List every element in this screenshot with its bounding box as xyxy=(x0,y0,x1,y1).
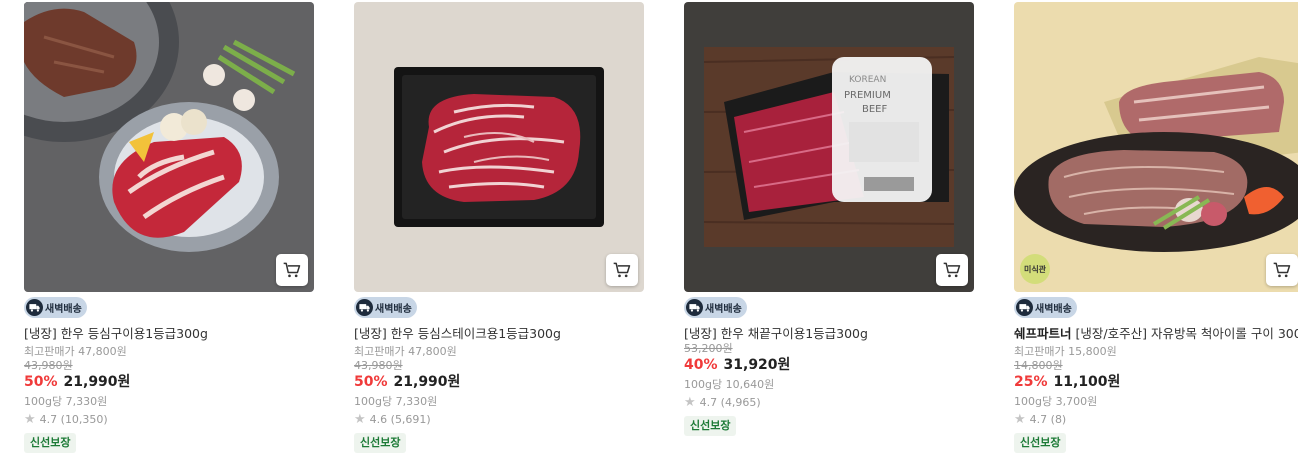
delivery-badge-label: 새벽배송 xyxy=(705,304,742,315)
max-price: 최고판매가 15,800원 xyxy=(1014,345,1117,358)
fresh-guarantee-tag: 신선보장 xyxy=(684,416,737,436)
truck-icon xyxy=(26,299,43,316)
dawn-delivery-badge: 새벽배송 xyxy=(24,297,87,318)
unit-price: 100g당 7,330원 xyxy=(24,395,108,408)
fresh-guarantee-tag: 신선보장 xyxy=(354,433,407,453)
discount-rate: 50% xyxy=(24,374,58,390)
star-icon: ★ xyxy=(684,395,696,410)
discount-rate: 25% xyxy=(1014,374,1048,390)
truck-icon xyxy=(356,299,373,316)
product-brand: 쉐프파트너 xyxy=(1014,326,1072,341)
product-card[interactable]: 새벽배송 [냉장] 한우 등심스테이크용1등급300g 최고판매가 47,800… xyxy=(354,2,644,453)
cart-icon xyxy=(283,262,301,278)
product-card[interactable]: 새벽배송 [냉장] 한우 등심구이용1등급300g 최고판매가 47,800원 … xyxy=(24,2,314,453)
rating-value: 4.7 (4,965) xyxy=(699,396,761,409)
dawn-delivery-badge: 새벽배송 xyxy=(684,297,747,318)
product-name[interactable]: [냉장] 한우 등심스테이크용1등급300g xyxy=(354,325,644,342)
product-image[interactable]: 미식관 xyxy=(1014,2,1298,292)
product-card[interactable]: 미식관 새벽배송 쉐프파트너 [냉장/호주산] 자유방목 척아이롤 구이 300… xyxy=(1014,2,1298,453)
discount-rate: 40% xyxy=(684,357,718,373)
delivery-badge-label: 새벽배송 xyxy=(1035,304,1072,315)
product-photo: KOREAN PREMIUM BEEF xyxy=(684,2,974,292)
product-photo xyxy=(354,2,644,292)
product-grid: 새벽배송 [냉장] 한우 등심구이용1등급300g 최고판매가 47,800원 … xyxy=(0,0,1298,469)
discount-rate: 50% xyxy=(354,374,388,390)
sale-price: 21,990원 xyxy=(393,374,461,390)
max-price: 최고판매가 47,800원 xyxy=(354,345,457,358)
svg-text:BEEF: BEEF xyxy=(862,104,887,115)
rating-value: 4.7 (10,350) xyxy=(39,413,108,426)
star-icon: ★ xyxy=(24,412,36,427)
max-price: 최고판매가 47,800원 xyxy=(24,345,127,358)
rating-value: 4.6 (5,691) xyxy=(369,413,431,426)
star-icon: ★ xyxy=(354,412,366,427)
product-name[interactable]: [냉장] 한우 채끝구이용1등급300g xyxy=(684,325,974,342)
product-title: [냉장] 한우 등심구이용1등급300g xyxy=(24,326,208,341)
fresh-guarantee-tag: 신선보장 xyxy=(24,433,77,453)
list-price: 43,980원 xyxy=(354,359,403,372)
cart-icon xyxy=(943,262,961,278)
price-row: 50% 21,990원 xyxy=(354,373,644,392)
rating: ★ 4.6 (5,691) xyxy=(354,411,644,428)
cart-icon xyxy=(613,262,631,278)
product-title: [냉장/호주산] 자유방목 척아이롤 구이 300g xyxy=(1075,326,1298,341)
star-icon: ★ xyxy=(1014,412,1026,427)
rating: ★ 4.7 (4,965) xyxy=(684,394,974,411)
product-photo xyxy=(24,2,314,292)
sale-price: 21,990원 xyxy=(63,374,131,390)
delivery-badge-label: 새벽배송 xyxy=(375,304,412,315)
dawn-delivery-badge: 새벽배송 xyxy=(354,297,417,318)
dawn-delivery-badge: 새벽배송 xyxy=(1014,297,1077,318)
price-row: 25% 11,100원 xyxy=(1014,373,1298,392)
delivery-badge-label: 새벽배송 xyxy=(45,304,82,315)
list-price: 53,200원 xyxy=(684,342,733,355)
rating: ★ 4.7 (10,350) xyxy=(24,411,314,428)
price-row: 50% 21,990원 xyxy=(24,373,314,392)
product-name[interactable]: 쉐프파트너 [냉장/호주산] 자유방목 척아이롤 구이 300g xyxy=(1014,325,1298,342)
svg-text:KOREAN: KOREAN xyxy=(849,75,886,85)
product-title: [냉장] 한우 등심스테이크용1등급300g xyxy=(354,326,561,341)
sale-price: 31,920원 xyxy=(723,357,791,373)
cart-icon xyxy=(1273,262,1291,278)
unit-price: 100g당 10,640원 xyxy=(684,378,775,391)
add-to-cart-button[interactable] xyxy=(936,254,968,286)
product-card[interactable]: KOREAN PREMIUM BEEF 새벽배송 [냉장] 한우 채끝구이용1등… xyxy=(684,2,974,436)
rating: ★ 4.7 (8) xyxy=(1014,411,1298,428)
product-title: [냉장] 한우 채끝구이용1등급300g xyxy=(684,326,868,341)
product-name[interactable]: [냉장] 한우 등심구이용1등급300g xyxy=(24,325,314,342)
list-price: 43,980원 xyxy=(24,359,73,372)
add-to-cart-button[interactable] xyxy=(606,254,638,286)
product-image[interactable]: KOREAN PREMIUM BEEF xyxy=(684,2,974,292)
sale-price: 11,100원 xyxy=(1053,374,1121,390)
add-to-cart-button[interactable] xyxy=(1266,254,1298,286)
list-price: 14,800원 xyxy=(1014,359,1063,372)
truck-icon xyxy=(1016,299,1033,316)
price-row: 40% 31,920원 xyxy=(684,356,974,375)
product-image[interactable] xyxy=(354,2,644,292)
truck-icon xyxy=(686,299,703,316)
product-photo xyxy=(1014,2,1298,292)
gourmet-badge: 미식관 xyxy=(1020,254,1050,284)
svg-text:PREMIUM: PREMIUM xyxy=(844,90,891,101)
unit-price: 100g당 3,700원 xyxy=(1014,395,1098,408)
add-to-cart-button[interactable] xyxy=(276,254,308,286)
product-image[interactable] xyxy=(24,2,314,292)
fresh-guarantee-tag: 신선보장 xyxy=(1014,433,1067,453)
rating-value: 4.7 (8) xyxy=(1029,413,1067,426)
unit-price: 100g당 7,330원 xyxy=(354,395,438,408)
